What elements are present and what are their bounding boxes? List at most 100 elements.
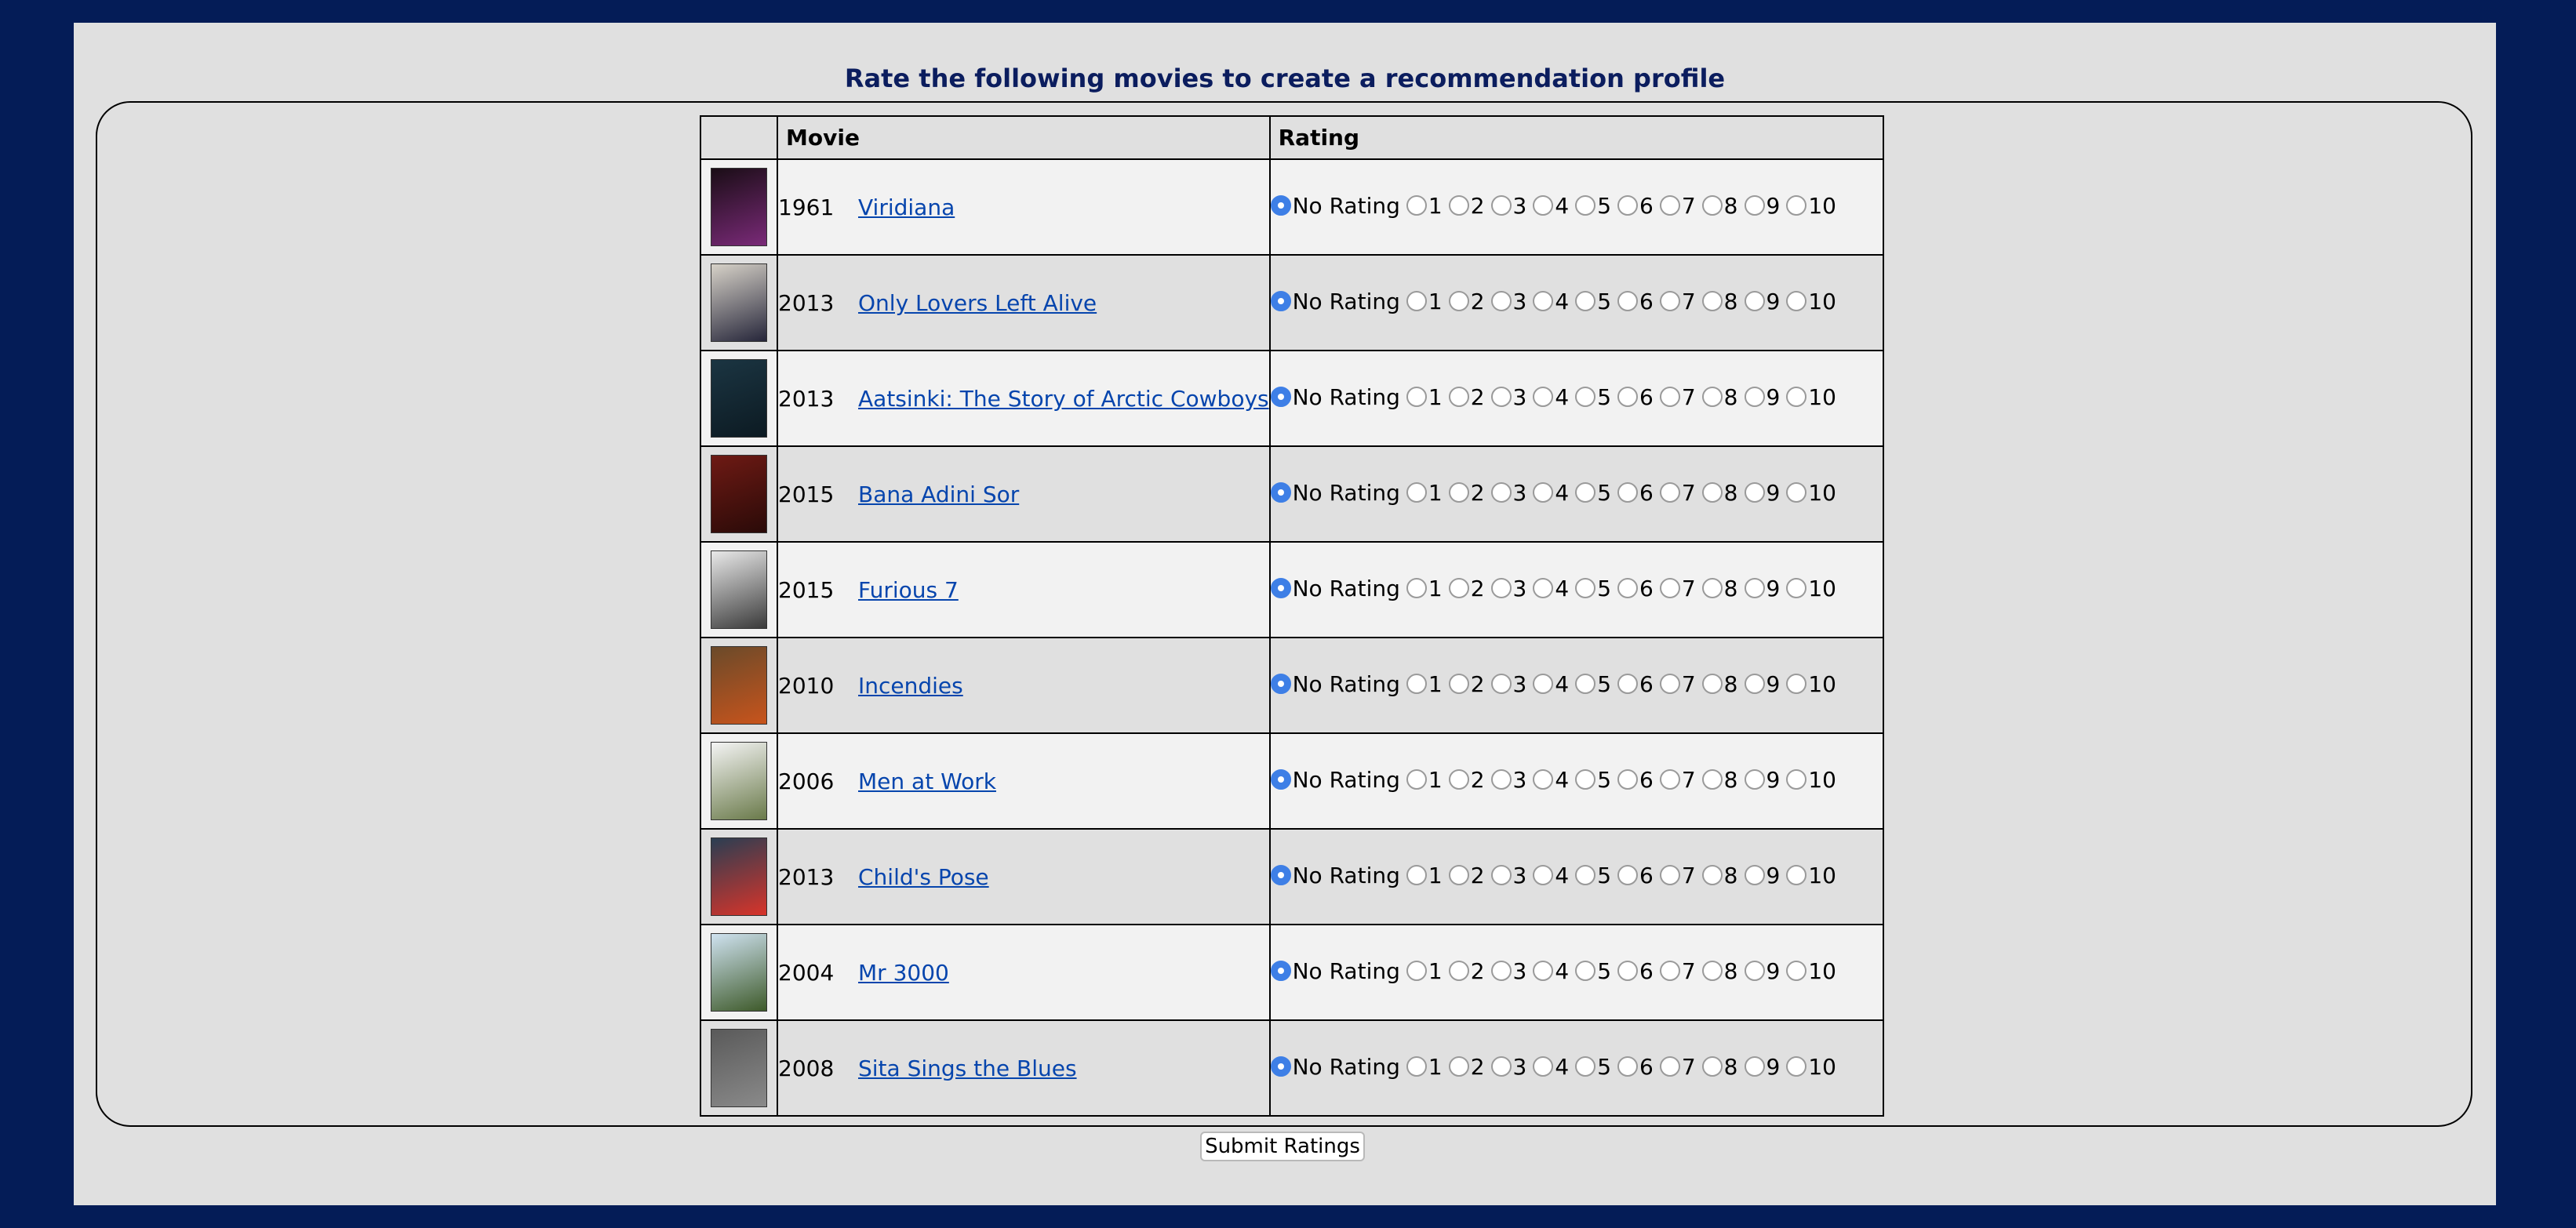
rating-option[interactable]: 7 [1659,576,1696,601]
rating-radio[interactable] [1617,291,1639,312]
rating-radio[interactable] [1744,961,1765,982]
rating-option[interactable]: 8 [1701,1054,1738,1080]
rating-option[interactable]: 9 [1744,767,1780,793]
rating-option[interactable]: 9 [1744,576,1780,601]
rating-radio[interactable] [1617,387,1639,408]
rating-radio[interactable] [1490,865,1512,886]
submit-ratings-button[interactable]: Submit Ratings [1200,1132,1365,1161]
rating-option[interactable]: 7 [1659,384,1696,410]
rating-radio[interactable] [1575,482,1596,503]
rating-option[interactable]: 4 [1533,671,1569,697]
rating-option[interactable]: 6 [1617,193,1654,219]
rating-radio[interactable] [1270,1056,1291,1077]
rating-radio[interactable] [1617,482,1639,503]
rating-option[interactable]: 3 [1490,863,1526,888]
movie-title-link[interactable]: Viridiana [858,194,955,220]
rating-radio[interactable] [1448,387,1469,408]
rating-option[interactable]: 7 [1659,1054,1696,1080]
rating-option[interactable]: 10 [1786,480,1836,506]
rating-radio[interactable] [1575,1056,1596,1077]
rating-radio[interactable] [1659,674,1680,695]
rating-radio[interactable] [1659,769,1680,790]
rating-radio[interactable] [1659,482,1680,503]
rating-option[interactable]: 3 [1490,1054,1526,1080]
rating-radio[interactable] [1448,1056,1469,1077]
rating-radio[interactable] [1575,674,1596,695]
rating-option[interactable]: 4 [1533,958,1569,984]
rating-option[interactable]: No Rating [1270,576,1400,601]
rating-radio[interactable] [1533,769,1554,790]
rating-option[interactable]: 9 [1744,193,1780,219]
rating-option[interactable]: 8 [1701,671,1738,697]
rating-radio[interactable] [1406,1056,1427,1077]
rating-radio[interactable] [1533,961,1554,982]
rating-radio[interactable] [1701,482,1723,503]
rating-option[interactable]: 5 [1575,1054,1611,1080]
rating-option[interactable]: 2 [1448,384,1485,410]
rating-radio[interactable] [1533,674,1554,695]
rating-option[interactable]: 10 [1786,671,1836,697]
rating-option[interactable]: 2 [1448,576,1485,601]
rating-option[interactable]: 5 [1575,193,1611,219]
rating-option[interactable]: 4 [1533,193,1569,219]
rating-radio[interactable] [1448,674,1469,695]
rating-option[interactable]: 10 [1786,958,1836,984]
rating-radio[interactable] [1701,578,1723,599]
rating-option[interactable]: No Rating [1270,767,1400,793]
rating-radio[interactable] [1490,674,1512,695]
rating-option[interactable]: 8 [1701,863,1738,888]
rating-radio[interactable] [1448,865,1469,886]
rating-option[interactable]: 8 [1701,384,1738,410]
rating-radio[interactable] [1659,291,1680,312]
rating-radio[interactable] [1533,1056,1554,1077]
rating-radio[interactable] [1617,961,1639,982]
rating-option[interactable]: 9 [1744,1054,1780,1080]
rating-radio[interactable] [1406,865,1427,886]
rating-option[interactable]: 4 [1533,863,1569,888]
movie-title-link[interactable]: Aatsinki: The Story of Arctic Cowboys [858,386,1269,412]
rating-option[interactable]: 3 [1490,958,1526,984]
rating-option[interactable]: 7 [1659,480,1696,506]
rating-radio[interactable] [1786,195,1807,216]
rating-option[interactable]: 9 [1744,480,1780,506]
rating-option[interactable]: 9 [1744,289,1780,314]
rating-radio[interactable] [1659,1056,1680,1077]
rating-radio[interactable] [1270,865,1291,886]
rating-option[interactable]: 1 [1406,767,1443,793]
rating-option[interactable]: 10 [1786,863,1836,888]
rating-radio[interactable] [1701,961,1723,982]
rating-option[interactable]: 8 [1701,480,1738,506]
rating-option[interactable]: No Rating [1270,863,1400,888]
rating-option[interactable]: 9 [1744,958,1780,984]
rating-option[interactable]: 4 [1533,384,1569,410]
rating-option[interactable]: 5 [1575,671,1611,697]
rating-radio[interactable] [1575,769,1596,790]
rating-radio[interactable] [1533,578,1554,599]
rating-radio[interactable] [1270,482,1291,503]
rating-option[interactable]: 2 [1448,193,1485,219]
rating-radio[interactable] [1490,195,1512,216]
rating-option[interactable]: 9 [1744,863,1780,888]
rating-radio[interactable] [1490,961,1512,982]
rating-option[interactable]: 6 [1617,958,1654,984]
rating-radio[interactable] [1490,578,1512,599]
rating-radio[interactable] [1448,291,1469,312]
rating-radio[interactable] [1744,1056,1765,1077]
rating-option[interactable]: 4 [1533,1054,1569,1080]
rating-radio[interactable] [1744,387,1765,408]
rating-option[interactable]: No Rating [1270,384,1400,410]
rating-radio[interactable] [1744,578,1765,599]
rating-radio[interactable] [1490,387,1512,408]
rating-option[interactable]: 3 [1490,384,1526,410]
rating-option[interactable]: 7 [1659,193,1696,219]
rating-option[interactable]: 2 [1448,671,1485,697]
rating-radio[interactable] [1575,865,1596,886]
rating-radio[interactable] [1786,291,1807,312]
rating-option[interactable]: 3 [1490,576,1526,601]
rating-option[interactable]: 8 [1701,576,1738,601]
rating-radio[interactable] [1701,674,1723,695]
rating-option[interactable]: 6 [1617,671,1654,697]
rating-option[interactable]: No Rating [1270,1054,1400,1080]
rating-option[interactable]: 8 [1701,289,1738,314]
rating-option[interactable]: 1 [1406,863,1443,888]
